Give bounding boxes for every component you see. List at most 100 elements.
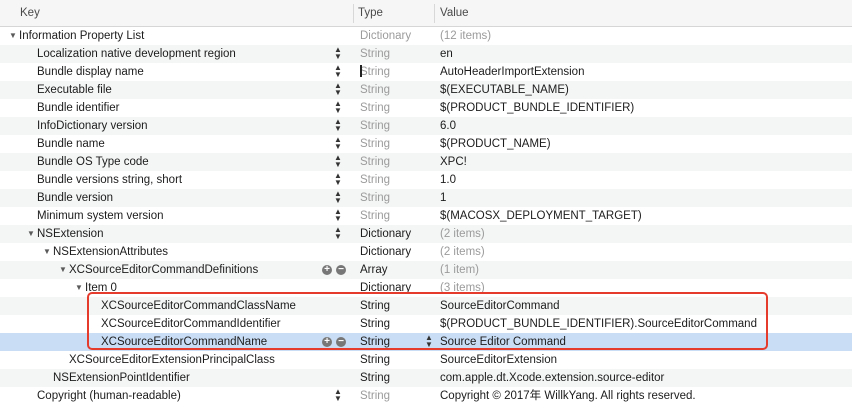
value-cell[interactable]: 1: [440, 189, 446, 207]
table-row[interactable]: Bundle name ▲ ▼ String $(PRODUCT_NAME): [0, 135, 852, 153]
disclosure-triangle-expanded-icon[interactable]: ▼: [59, 261, 67, 279]
type-cell: String: [360, 84, 391, 96]
key-cell: XCSourceEditorCommandName: [101, 336, 268, 348]
value-cell[interactable]: en: [440, 45, 453, 63]
key-cell: NSExtensionPointIdentifier: [53, 372, 190, 384]
value-cell[interactable]: SourceEditorExtension: [440, 351, 557, 369]
table-row[interactable]: ▼ Information Property List Dictionary (…: [0, 27, 852, 45]
table-row[interactable]: Bundle versions string, short ▲ ▼ String …: [0, 171, 852, 189]
key-cell: Copyright (human-readable): [37, 390, 181, 402]
value-cell[interactable]: XPC!: [440, 153, 467, 171]
key-stepper-icon[interactable]: ▲ ▼: [333, 136, 343, 152]
type-cell: String: [360, 390, 391, 402]
table-row[interactable]: ▼ Item 0 Dictionary (3 items): [0, 279, 852, 297]
type-cell: String: [360, 192, 391, 204]
add-item-icon[interactable]: +: [322, 337, 332, 347]
value-cell[interactable]: Source Editor Command: [440, 333, 566, 351]
table-row[interactable]: Bundle identifier ▲ ▼ String $(PRODUCT_BU…: [0, 99, 852, 117]
disclosure-triangle-expanded-icon[interactable]: ▼: [9, 27, 17, 45]
key-cell: Bundle OS Type code: [37, 156, 149, 168]
value-cell[interactable]: 1.0: [440, 171, 456, 189]
table-row[interactable]: XCSourceEditorCommandClassName String So…: [0, 297, 852, 315]
type-cell: Dictionary: [360, 282, 412, 294]
key-stepper-icon[interactable]: ▲ ▼: [333, 226, 343, 242]
type-cell: String: [360, 120, 391, 132]
key-cell: Information Property List: [19, 30, 145, 42]
value-cell[interactable]: $(EXECUTABLE_NAME): [440, 81, 569, 99]
table-row[interactable]: Bundle display name ▲ ▼ String AutoHeader…: [0, 63, 852, 81]
value-cell: (12 items): [440, 30, 492, 42]
key-stepper-icon[interactable]: ▲ ▼: [333, 154, 343, 170]
type-cell: String: [360, 156, 391, 168]
type-cell: String: [360, 66, 391, 78]
table-row-selected[interactable]: XCSourceEditorCommandName + − String ▲ ▼ …: [0, 333, 852, 351]
key-stepper-icon[interactable]: ▲ ▼: [333, 82, 343, 98]
key-cell: Executable file: [37, 84, 112, 96]
key-cell: XCSourceEditorExtensionPrincipalClass: [69, 354, 275, 366]
table-row[interactable]: Bundle OS Type code ▲ ▼ String XPC!: [0, 153, 852, 171]
column-divider[interactable]: [434, 4, 435, 23]
value-cell[interactable]: AutoHeaderImportExtension: [440, 63, 584, 81]
disclosure-triangle-expanded-icon[interactable]: ▼: [27, 225, 35, 243]
type-cell: Dictionary: [360, 246, 412, 258]
key-stepper-icon[interactable]: ▲ ▼: [333, 64, 343, 80]
table-row[interactable]: NSExtensionPointIdentifier String com.ap…: [0, 369, 852, 387]
type-cell: String: [360, 210, 391, 222]
value-cell[interactable]: $(PRODUCT_BUNDLE_IDENTIFIER).SourceEdito…: [440, 315, 757, 333]
value-cell: (2 items): [440, 228, 485, 240]
value-column-header[interactable]: Value: [440, 0, 469, 27]
value-cell[interactable]: $(PRODUCT_BUNDLE_IDENTIFIER): [440, 99, 634, 117]
key-cell: Bundle versions string, short: [37, 174, 183, 186]
key-cell: Bundle name: [37, 138, 105, 150]
remove-item-icon[interactable]: −: [336, 337, 346, 347]
text-cursor: [360, 65, 362, 77]
key-column-header[interactable]: Key: [20, 0, 40, 27]
key-cell: Bundle display name: [37, 66, 144, 78]
table-row[interactable]: Copyright (human-readable) ▲ ▼ String Cop…: [0, 387, 852, 405]
table-row[interactable]: ▼ XCSourceEditorCommandDefinitions + − A…: [0, 261, 852, 279]
table-row[interactable]: Executable file ▲ ▼ String $(EXECUTABLE_N…: [0, 81, 852, 99]
key-stepper-icon[interactable]: ▲ ▼: [333, 388, 343, 404]
type-cell: String: [360, 318, 391, 330]
type-cell: Dictionary: [360, 30, 412, 42]
key-stepper-icon[interactable]: ▲ ▼: [333, 100, 343, 116]
type-stepper-icon[interactable]: ▲ ▼: [424, 334, 434, 350]
table-row[interactable]: InfoDictionary version ▲ ▼ String 6.0: [0, 117, 852, 135]
value-cell[interactable]: $(PRODUCT_NAME): [440, 135, 551, 153]
disclosure-triangle-expanded-icon[interactable]: ▼: [75, 279, 83, 297]
key-stepper-icon[interactable]: ▲ ▼: [333, 46, 343, 62]
table-row[interactable]: ▼ NSExtension ▲ ▼ Dictionary (2 items): [0, 225, 852, 243]
key-cell: XCSourceEditorCommandDefinitions: [69, 264, 259, 276]
type-cell: String: [360, 102, 391, 114]
key-stepper-icon[interactable]: ▲ ▼: [333, 208, 343, 224]
column-divider[interactable]: [353, 4, 354, 23]
value-cell[interactable]: com.apple.dt.Xcode.extension.source-edit…: [440, 369, 664, 387]
key-cell: Item 0: [85, 282, 117, 294]
column-header: Key Type Value: [0, 0, 852, 27]
key-cell: Minimum system version: [37, 210, 164, 222]
add-item-icon[interactable]: +: [322, 265, 332, 275]
table-row[interactable]: XCSourceEditorCommandIdentifier String $…: [0, 315, 852, 333]
table-row[interactable]: Localization native development region ▲…: [0, 45, 852, 63]
value-cell[interactable]: 6.0: [440, 117, 456, 135]
value-cell: (1 item): [440, 264, 479, 276]
value-cell[interactable]: Copyright © 2017年 WillkYang. All rights …: [440, 387, 696, 405]
type-cell: String: [360, 48, 391, 60]
table-row[interactable]: Minimum system version ▲ ▼ String $(MACOS…: [0, 207, 852, 225]
type-cell: String: [360, 336, 391, 348]
disclosure-triangle-expanded-icon[interactable]: ▼: [43, 243, 51, 261]
key-stepper-icon[interactable]: ▲ ▼: [333, 172, 343, 188]
key-stepper-icon[interactable]: ▲ ▼: [333, 118, 343, 134]
type-cell: Array: [360, 264, 388, 276]
key-cell: NSExtension: [37, 228, 104, 240]
key-cell: NSExtensionAttributes: [53, 246, 169, 258]
key-stepper-icon[interactable]: ▲ ▼: [333, 190, 343, 206]
table-row[interactable]: ▼ NSExtensionAttributes Dictionary (2 it…: [0, 243, 852, 261]
table-row[interactable]: Bundle version ▲ ▼ String 1: [0, 189, 852, 207]
type-column-header[interactable]: Type: [358, 0, 383, 27]
value-cell[interactable]: $(MACOSX_DEPLOYMENT_TARGET): [440, 207, 642, 225]
key-cell: InfoDictionary version: [37, 120, 148, 132]
table-row[interactable]: XCSourceEditorExtensionPrincipalClass St…: [0, 351, 852, 369]
remove-item-icon[interactable]: −: [336, 265, 346, 275]
value-cell[interactable]: SourceEditorCommand: [440, 297, 560, 315]
